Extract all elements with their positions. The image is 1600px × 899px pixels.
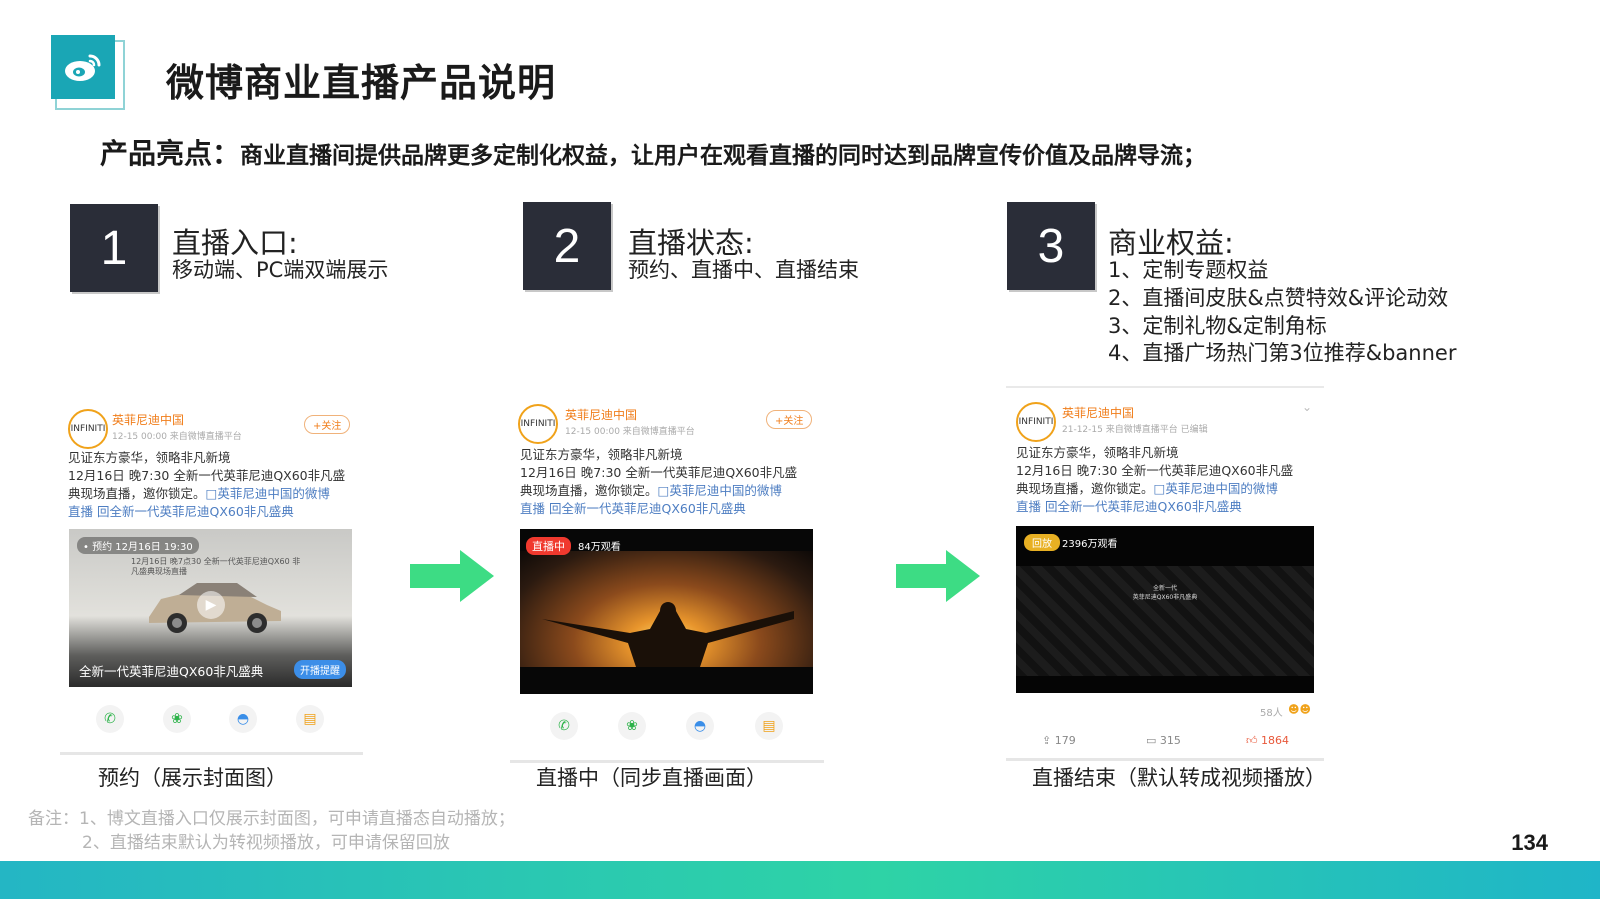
preview-card-ended: INFINITI 英菲尼迪中国 21-12-15 来自微博直播平台 已编辑 ⌄ …: [1006, 386, 1324, 761]
weibo-logo-icon: [51, 35, 115, 99]
remind-button[interactable]: 开播提醒: [294, 660, 346, 679]
chevron-down-icon[interactable]: ⌄: [1302, 400, 1312, 414]
silhouette-figure: [542, 602, 794, 667]
viewer-count: 84万观看: [578, 542, 621, 553]
thumbs-up-icon: 👍︎: [1246, 734, 1261, 747]
step-3-line-2: 2、直播间皮肤&点赞特效&评论动效: [1108, 286, 1449, 310]
caption-live: 直播中（同步直播画面）: [536, 766, 767, 790]
cover-title: 全新一代英菲尼迪QX60非凡盛典: [79, 664, 264, 679]
comment-button[interactable]: ▭ 315: [1146, 734, 1181, 747]
replay-video-player[interactable]: 回放 2396万观看 全新一代 英菲尼迪QX60非凡盛典: [1016, 526, 1314, 693]
highlight-text: 商业直播间提供品牌更多定制化权益，让用户在观看直播的同时达到品牌宣传价值及品牌导…: [240, 143, 1207, 169]
repost-button[interactable]: ⇪ 179: [1042, 734, 1076, 747]
note-share-icon[interactable]: ▤: [755, 712, 783, 740]
reservation-badge: • 预约 12月16日 19:30: [77, 537, 199, 554]
step-3-line-4: 4、直播广场热门第3位推荐&banner: [1108, 341, 1457, 365]
like-button[interactable]: 👍︎ 1864: [1246, 734, 1289, 747]
post-text: 见证东方豪华，领略非凡新境 12月16日 晚7:30 全新一代英菲尼迪QX60非…: [68, 450, 346, 519]
moments-share-icon[interactable]: ❀: [618, 712, 646, 740]
step-1-number: 1: [70, 204, 158, 292]
highlight-label: 产品亮点：: [100, 137, 241, 170]
video-title: 全新一代 英菲尼迪QX60非凡盛典: [1132, 585, 1198, 601]
brand-name[interactable]: 英菲尼迪中国: [1062, 404, 1134, 421]
arrow-right-icon: [410, 550, 494, 602]
preview-card-live: INFINITI 英菲尼迪中国 12-15 00:00 来自微博直播平台 +关注…: [510, 392, 824, 763]
viewer-count: 2396万观看: [1062, 539, 1118, 550]
likers-count: 58人: [1260, 708, 1283, 719]
play-icon[interactable]: ▶: [197, 591, 225, 619]
qq-share-icon[interactable]: ◓: [229, 705, 257, 733]
page-title: 微博商业直播产品说明: [166, 61, 557, 105]
note-line-1: 备注：1、博文直播入口仅展示封面图，可申请直播态自动播放；: [28, 809, 515, 829]
step-3-number: 3: [1007, 202, 1095, 290]
avatar: INFINITI: [1016, 402, 1056, 442]
step-1-line: 移动端、PC端双端展示: [172, 258, 389, 282]
avatar: INFINITI: [68, 409, 108, 449]
note-line-2: 2、直播结束默认为转视频播放，可申请保留回放: [82, 833, 450, 853]
live-badge: 直播中: [526, 537, 571, 555]
emoji-icon: ☻☻: [1288, 703, 1311, 716]
live-video-player[interactable]: 直播中 84万观看: [520, 529, 813, 694]
wechat-share-icon[interactable]: ✆: [96, 705, 124, 733]
post-text: 见证东方豪华，领略非凡新境 12月16日 晚7:30 全新一代英菲尼迪QX60非…: [520, 447, 798, 516]
caption-ended: 直播结束（默认转成视频播放）: [1032, 766, 1326, 790]
follow-button[interactable]: +关注: [766, 410, 813, 429]
post-meta: 21-12-15 来自微博直播平台 已编辑: [1062, 425, 1208, 435]
post-meta: 12-15 00:00 来自微博直播平台: [112, 432, 242, 442]
page-number: 134: [1511, 830, 1548, 855]
arrow-right-icon: [896, 550, 980, 602]
note-share-icon[interactable]: ▤: [296, 705, 324, 733]
video-pattern: [1016, 566, 1314, 676]
repost-icon: ⇪: [1042, 734, 1055, 747]
step-3-line-3: 3、定制礼物&定制角标: [1108, 314, 1327, 338]
product-highlight: 产品亮点：商业直播间提供品牌更多定制化权益，让用户在观看直播的同时达到品牌宣传价…: [100, 132, 1206, 172]
caption-reservation: 预约（展示封面图）: [98, 766, 287, 790]
replay-badge: 回放: [1024, 534, 1060, 551]
footer-bar: [0, 861, 1600, 899]
post-meta: 12-15 00:00 来自微博直播平台: [565, 427, 695, 437]
follow-button[interactable]: +关注: [304, 415, 351, 434]
step-2-number: 2: [523, 202, 611, 290]
brand-name[interactable]: 英菲尼迪中国: [565, 406, 637, 423]
preview-card-reservation: INFINITI 英菲尼迪中国 12-15 00:00 来自微博直播平台 +关注…: [60, 395, 363, 755]
qq-share-icon[interactable]: ◓: [686, 712, 714, 740]
step-2-line: 预约、直播中、直播结束: [628, 258, 859, 282]
comment-icon: ▭: [1146, 734, 1160, 747]
moments-share-icon[interactable]: ❀: [163, 705, 191, 733]
step-3-line-1: 1、定制专题权益: [1108, 258, 1269, 282]
avatar: INFINITI: [518, 404, 558, 444]
cover-image[interactable]: • 预约 12月16日 19:30 12月16日 晚7点30 全新一代英菲尼迪Q…: [69, 529, 352, 687]
brand-name[interactable]: 英菲尼迪中国: [112, 411, 184, 428]
post-text: 见证东方豪华，领略非凡新境 12月16日 晚7:30 全新一代英菲尼迪QX60非…: [1016, 445, 1294, 514]
wechat-share-icon[interactable]: ✆: [550, 712, 578, 740]
